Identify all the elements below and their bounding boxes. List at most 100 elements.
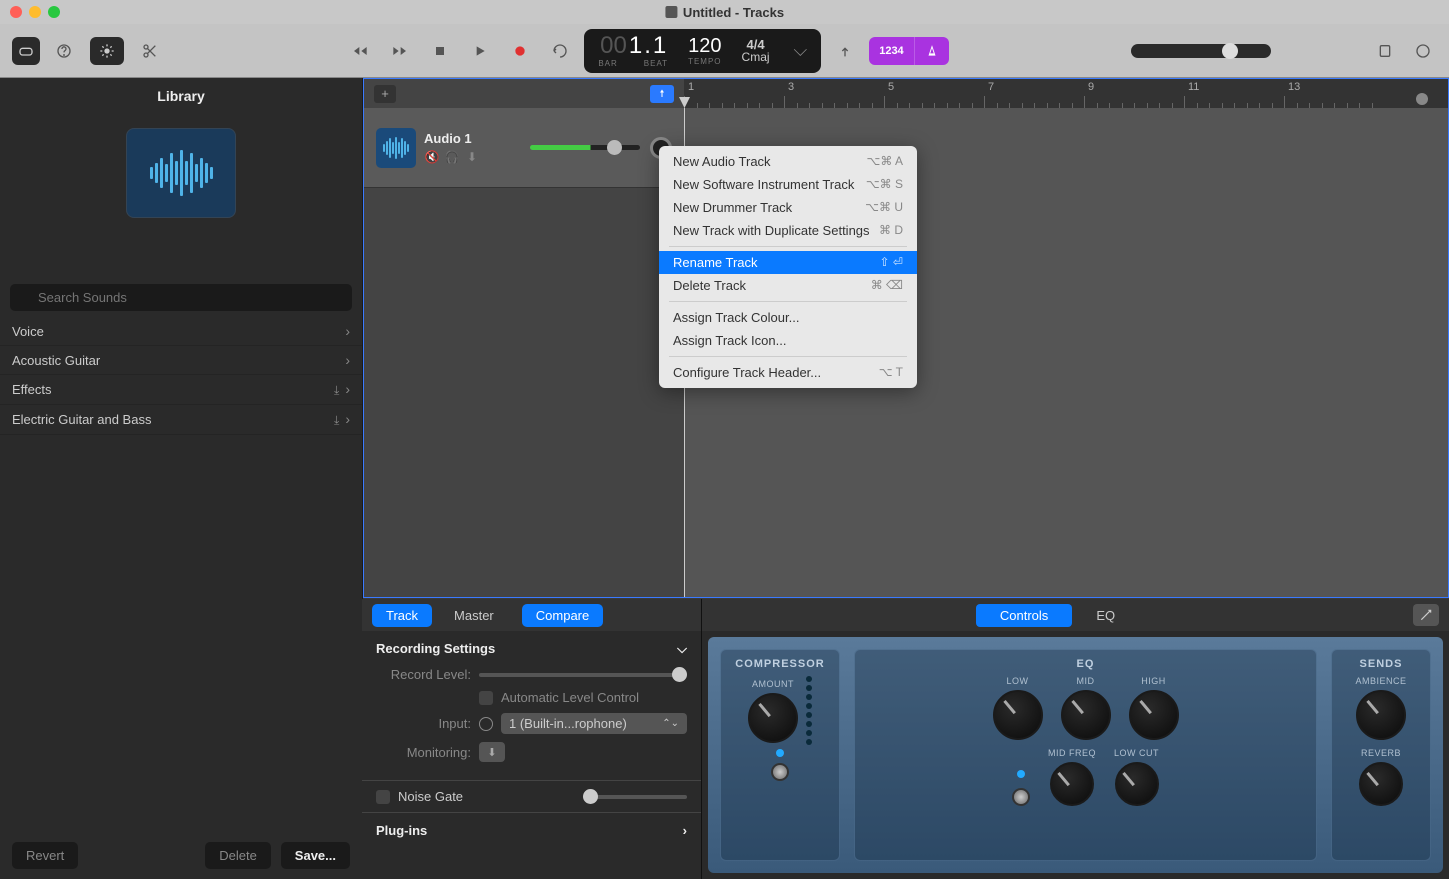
library-sidebar: Library 🔍 Voice› Acoustic Guitar› Effect… — [0, 78, 362, 879]
save-button[interactable]: Save... — [281, 842, 350, 869]
lib-item-acoustic-guitar[interactable]: Acoustic Guitar› — [0, 346, 362, 375]
audio-track-icon — [376, 128, 416, 168]
edit-smart-controls-button[interactable] — [1413, 604, 1439, 626]
menu-item-delete-track[interactable]: Delete Track⌘ ⌫ — [659, 274, 917, 297]
volume-thumb[interactable] — [1222, 43, 1238, 59]
track-row-audio-1[interactable]: Audio 1 🔇 🎧 ⬇ — [364, 108, 684, 188]
rewind-button[interactable] — [346, 37, 374, 65]
metronome-button[interactable] — [914, 37, 949, 65]
minimize-window-button[interactable] — [29, 6, 41, 18]
noise-gate-checkbox[interactable] — [376, 790, 390, 804]
eq-lowcut-knob[interactable] — [1115, 762, 1159, 806]
tab-controls[interactable]: Controls — [976, 604, 1072, 627]
compare-button[interactable]: Compare — [522, 604, 603, 627]
lcd-bar-label: BAR — [598, 60, 617, 68]
eq-high-knob[interactable] — [1129, 690, 1179, 740]
ruler-mark: 11 — [1188, 81, 1199, 93]
ruler-mark: 13 — [1288, 81, 1300, 93]
knob-label-ambience: AMBIENCE — [1355, 676, 1406, 686]
noise-gate-slider[interactable] — [583, 795, 687, 799]
quick-help-button[interactable] — [50, 37, 78, 65]
tab-track[interactable]: Track — [372, 604, 432, 627]
sends-reverb-knob[interactable] — [1359, 762, 1403, 806]
chevron-down-icon[interactable]: ⌵ — [677, 641, 687, 657]
maximize-window-button[interactable] — [48, 6, 60, 18]
play-button[interactable] — [466, 37, 494, 65]
add-track-button[interactable]: + — [374, 85, 396, 103]
waveform-icon — [150, 150, 213, 196]
forward-button[interactable] — [386, 37, 414, 65]
input-monitor-icon[interactable]: ⬇ — [464, 150, 480, 164]
lcd-menu-chevron-icon[interactable]: ⌵ — [794, 40, 808, 61]
eq-low-knob[interactable] — [993, 690, 1043, 740]
record-level-slider[interactable] — [479, 673, 687, 677]
revert-button[interactable]: Revert — [12, 842, 78, 869]
library-toggle-button[interactable] — [12, 37, 40, 65]
lcd-bar-pad: 00 — [600, 34, 627, 58]
eq-mid-knob[interactable] — [1061, 690, 1111, 740]
input-select[interactable]: 1 (Built-in...rophone) ⌃⌄ — [501, 713, 687, 734]
eq-midfreq-knob[interactable] — [1050, 762, 1094, 806]
lcd-display[interactable]: 00 1 . 1 BAR BEAT 120 TEMPO 4/4 Cmaj ⌵ — [584, 29, 821, 73]
window-controls — [10, 6, 60, 18]
timeline-ruler[interactable]: 135791113 — [684, 79, 1448, 108]
input-format-button[interactable] — [479, 717, 493, 731]
master-volume-slider[interactable] — [1131, 44, 1271, 58]
settings-button[interactable] — [90, 37, 124, 65]
eq-bypass-button[interactable] — [1012, 788, 1030, 806]
compressor-amount-knob[interactable] — [748, 693, 798, 743]
notepad-button[interactable] — [1371, 37, 1399, 65]
loop-end-marker[interactable] — [1416, 93, 1428, 105]
library-categories: Voice› Acoustic Guitar› Effects⤓› Electr… — [0, 317, 362, 435]
lcd-key[interactable]: Cmaj — [742, 51, 770, 63]
menu-item-new-track-with-duplicate-settings[interactable]: New Track with Duplicate Settings⌘ D — [659, 219, 917, 242]
tab-master[interactable]: Master — [440, 604, 508, 627]
track-volume-slider[interactable] — [530, 145, 640, 150]
lib-item-effects[interactable]: Effects⤓› — [0, 375, 362, 405]
scissors-tool-button[interactable] — [136, 37, 164, 65]
loops-button[interactable] — [1409, 37, 1437, 65]
search-sounds-input[interactable] — [10, 284, 352, 311]
sends-ambience-knob[interactable] — [1356, 690, 1406, 740]
monitoring-button[interactable]: ⬇ — [479, 742, 505, 762]
smart-controls-inspector: Track Master Compare Recording Settings … — [362, 599, 702, 879]
cycle-button[interactable] — [546, 37, 574, 65]
transport-controls — [346, 37, 574, 65]
auto-level-label: Automatic Level Control — [501, 690, 639, 705]
menu-item-configure-track-header-[interactable]: Configure Track Header...⌥ T — [659, 361, 917, 384]
tab-eq[interactable]: EQ — [1072, 604, 1139, 627]
ruler-mark: 5 — [888, 81, 894, 93]
stop-button[interactable] — [426, 37, 454, 65]
catch-playhead-button[interactable] — [650, 85, 674, 103]
lib-item-voice[interactable]: Voice› — [0, 317, 362, 346]
patch-icon[interactable] — [126, 128, 236, 218]
slider-thumb[interactable] — [607, 140, 622, 155]
menu-item-new-software-instrument-track[interactable]: New Software Instrument Track⌥⌘ S — [659, 173, 917, 196]
library-title: Library — [0, 78, 362, 114]
mute-icon[interactable]: 🔇 — [424, 150, 440, 164]
knob-label-lowcut: LOW CUT — [1114, 748, 1159, 758]
menu-item-assign-track-colour-[interactable]: Assign Track Colour... — [659, 306, 917, 329]
toolbar: 00 1 . 1 BAR BEAT 120 TEMPO 4/4 Cmaj ⌵ 1… — [0, 24, 1449, 78]
knob-label-mid: MID — [1077, 676, 1095, 686]
lib-item-electric-guitar[interactable]: Electric Guitar and Bass⤓› — [0, 405, 362, 435]
lcd-tempo[interactable]: 120 — [688, 36, 721, 56]
headphones-icon[interactable]: 🎧 — [444, 150, 460, 164]
auto-level-checkbox[interactable] — [479, 691, 493, 705]
menu-item-new-drummer-track[interactable]: New Drummer Track⌥⌘ U — [659, 196, 917, 219]
menu-item-new-audio-track[interactable]: New Audio Track⌥⌘ A — [659, 150, 917, 173]
track-header-controls: + — [364, 79, 684, 108]
track-name: Audio 1 — [424, 131, 522, 146]
chevron-right-icon: › — [345, 352, 350, 368]
menu-item-rename-track[interactable]: Rename Track⇧ ⏎ — [659, 251, 917, 274]
close-window-button[interactable] — [10, 6, 22, 18]
chevron-right-icon[interactable]: › — [683, 823, 687, 838]
delete-button[interactable]: Delete — [205, 842, 271, 869]
compressor-bypass-button[interactable] — [771, 763, 789, 781]
menu-item-assign-track-icon-[interactable]: Assign Track Icon... — [659, 329, 917, 352]
tuner-button[interactable] — [831, 37, 859, 65]
compressor-led-icon — [776, 749, 784, 757]
knob-label-reverb: REVERB — [1361, 748, 1401, 758]
count-in-button[interactable]: 1234 — [869, 37, 913, 65]
record-button[interactable] — [506, 37, 534, 65]
